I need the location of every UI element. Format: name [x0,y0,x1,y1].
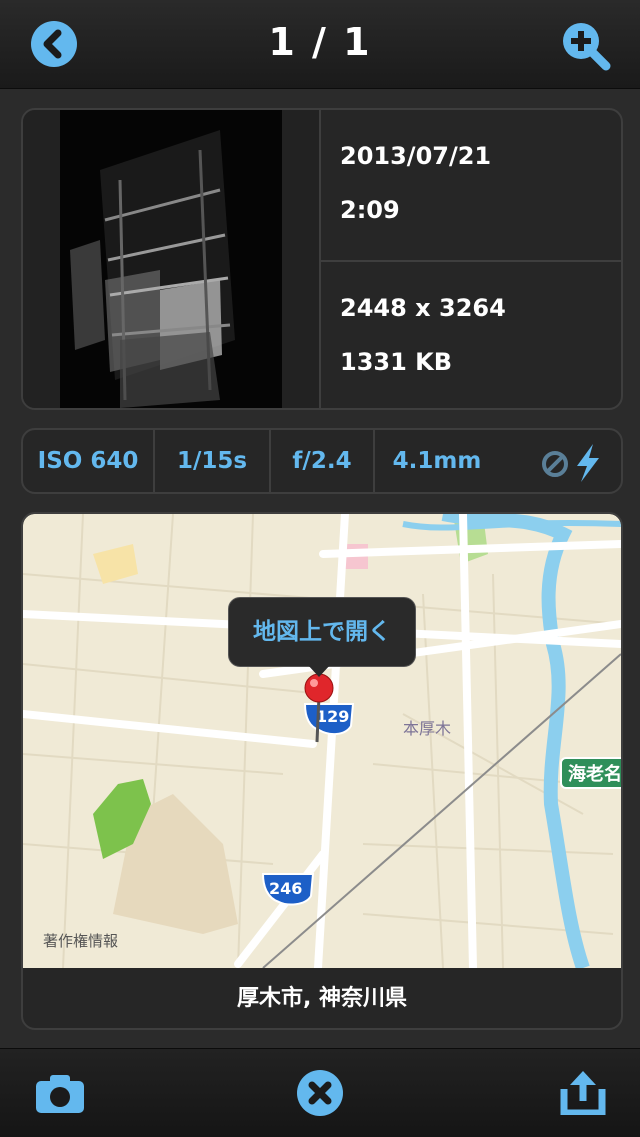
info-divider [321,260,621,262]
delete-button[interactable] [297,1070,343,1116]
photo-dimensions: 2448 x 3264 [340,294,506,322]
share-icon [560,1071,606,1117]
flash-status [539,442,605,486]
map-station-label: 本厚木 [403,719,451,738]
page-title: 1 / 1 [268,20,372,64]
route-246-label: 246 [269,879,302,898]
camera-button[interactable] [36,1073,84,1117]
map-image: 市 本厚木 海老名 129 246 著作権情報 [23,514,621,968]
location-name: 厚木市, 神奈川県 [236,986,408,1011]
location-map[interactable]: 市 本厚木 海老名 129 246 著作権情報 地図上で開く [23,514,621,968]
map-card: 市 本厚木 海老名 129 246 著作権情報 地図上で開く 厚木市, 神奈川県 [21,512,623,1030]
iso-value: ISO 640 [37,448,139,474]
photo-date: 2013/07/21 [340,142,492,170]
camera-icon [36,1075,84,1113]
map-pin-needle [315,695,321,743]
photo-info-card: 2013/07/21 2:09 2448 x 3264 1331 KB [21,108,623,410]
photo-file-size: 1331 KB [340,348,453,376]
zoom-in-icon [563,23,611,71]
flash-off-icon [542,444,599,482]
photo-thumbnail-frame [23,110,321,408]
open-in-maps-callout[interactable]: 地図上で開く [228,597,416,667]
shutter-value: 1/15s [176,448,248,474]
callout-pointer [307,664,331,677]
back-button[interactable] [31,21,77,67]
zoom-button[interactable] [560,20,612,76]
chevron-left-icon [43,29,62,59]
close-circle-icon [308,1081,332,1105]
exif-bar: ISO 640 1/15s f/2.4 4.1mm [21,428,623,494]
focal-length-value: 4.1mm [392,448,482,474]
top-bar: 1 / 1 [0,0,640,89]
share-button[interactable] [560,1071,606,1119]
bottom-toolbar [0,1048,640,1137]
map-pin-icon[interactable] [304,673,334,703]
route-129-label: 129 [316,707,349,726]
photo-thumbnail[interactable] [60,110,282,408]
map-highway-label: 海老名 [568,763,621,785]
photo-time: 2:09 [340,196,400,224]
map-copyright[interactable]: 著作権情報 [43,932,118,950]
photo-image [60,110,282,408]
aperture-value: f/2.4 [292,448,352,474]
